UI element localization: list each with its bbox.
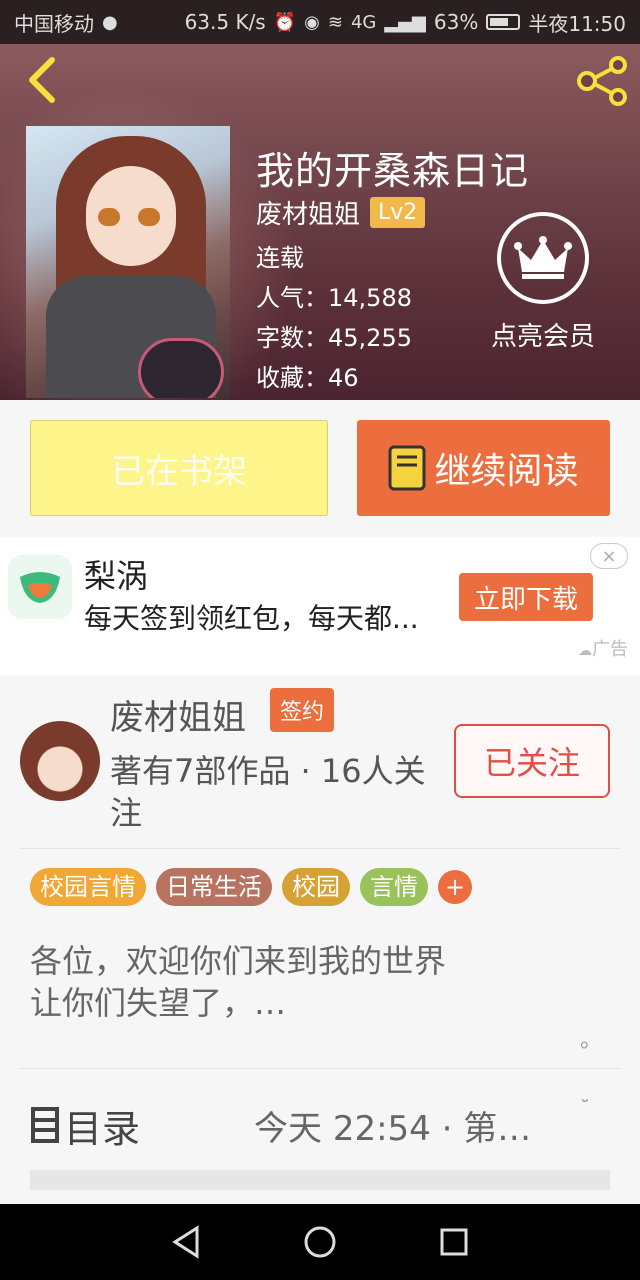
tag-item[interactable]: 校园 xyxy=(282,868,350,906)
alarm-icon: ⏰ xyxy=(273,11,297,33)
author-card: 废材姐姐 签约 著有7部作品 · 16人关注 已关注 校园言情 日常生活 校园 … xyxy=(0,676,640,1206)
avatar[interactable] xyxy=(20,721,100,801)
message-icon: ● xyxy=(102,11,118,33)
table-of-contents-row[interactable]: 目录 今天 22:54 · 第… ˘ xyxy=(30,1090,610,1160)
share-icon xyxy=(577,56,627,106)
vip-label: 点亮会员 xyxy=(490,322,595,352)
toc-label: 目录 xyxy=(64,1106,141,1151)
share-button[interactable] xyxy=(572,54,632,108)
book-author[interactable]: 废材姐姐 xyxy=(256,194,360,231)
cloud-icon: ☁ xyxy=(578,643,592,659)
book-cover-image[interactable] xyxy=(26,126,230,398)
wifi-icon: ≋ xyxy=(327,11,343,33)
carrier-label: 中国移动 xyxy=(14,11,94,36)
continue-reading-button[interactable]: 继续阅读 xyxy=(357,420,610,516)
list-icon xyxy=(31,1107,59,1143)
tag-item[interactable]: 校园言情 xyxy=(30,868,146,906)
ad-description: 每天签到领红包，每天都... xyxy=(84,602,419,635)
crown-icon xyxy=(497,212,589,304)
ad-download-button[interactable]: 立即下载 xyxy=(459,573,593,621)
ad-label: ☁广告 xyxy=(578,639,628,660)
tag-item[interactable]: 言情 xyxy=(360,868,428,906)
serial-status: 连载 xyxy=(256,244,304,272)
book-header: 我的开桑森日记 废材姐姐 Lv2 连载 人气：14,588 字数：45,255 … xyxy=(0,44,640,400)
system-nav-bar xyxy=(0,1204,640,1280)
tag-item[interactable]: 日常生活 xyxy=(156,868,272,906)
back-button[interactable] xyxy=(18,54,66,106)
ad-banner[interactable]: 梨涡 每天签到领红包，每天都... 立即下载 × ☁广告 xyxy=(0,537,640,675)
nav-back-icon[interactable] xyxy=(171,1225,201,1259)
signed-badge: 签约 xyxy=(270,688,335,732)
latest-chapter: 今天 22:54 · 第… xyxy=(254,1108,532,1149)
battery-percent: 63% xyxy=(433,10,479,34)
favorites-stat: 收藏：46 xyxy=(256,364,359,392)
continue-reading-label: 继续阅读 xyxy=(434,451,579,492)
divider xyxy=(20,848,620,849)
ad-close-button[interactable]: × xyxy=(590,543,628,569)
back-arrow-icon xyxy=(29,57,55,103)
add-tag-button[interactable]: + xyxy=(438,870,472,904)
ad-app-logo xyxy=(8,555,72,619)
ad-title: 梨涡 xyxy=(84,557,149,595)
chevron-down-icon: ˘ xyxy=(580,1096,590,1120)
level-badge: Lv2 xyxy=(370,197,426,228)
book-intro[interactable]: 各位，欢迎你们来到我的世界 让你们失望了，… xyxy=(30,940,590,1024)
action-buttons: 已在书架 继续阅读 xyxy=(0,400,640,536)
on-shelf-button[interactable]: 已在书架 xyxy=(30,420,328,516)
bottom-strip xyxy=(30,1170,610,1190)
follow-button[interactable]: 已关注 xyxy=(454,724,610,798)
battery-icon xyxy=(486,14,521,30)
intro-end-mark: 。 xyxy=(580,1028,603,1053)
word-count-stat: 字数：45,255 xyxy=(256,324,412,352)
vip-button[interactable]: 点亮会员 xyxy=(478,212,608,362)
tag-list: 校园言情 日常生活 校园 言情 + xyxy=(30,868,472,906)
clock: 半夜11:50 xyxy=(528,11,626,36)
network-type: 4G xyxy=(350,11,377,33)
popularity-stat: 人气：14,588 xyxy=(256,284,412,312)
status-bar: 中国移动 ● 63.5 K/s ⏰ ◉ ≋ 4G ▂▄▆ 63% 半夜11:50 xyxy=(0,0,640,44)
book-title: 我的开桑森日记 xyxy=(256,149,530,193)
author-name[interactable]: 废材姐姐 xyxy=(110,690,246,739)
eye-icon: ◉ xyxy=(304,11,320,33)
nav-home-icon[interactable] xyxy=(303,1225,337,1259)
signal-icon: ▂▄▆ xyxy=(384,11,426,33)
nav-recents-icon[interactable] xyxy=(439,1227,469,1257)
divider xyxy=(20,1068,620,1069)
author-works-count: 著有7部作品 · 16人关注 xyxy=(110,752,426,832)
book-icon xyxy=(388,445,426,491)
network-speed: 63.5 K/s xyxy=(184,10,266,34)
